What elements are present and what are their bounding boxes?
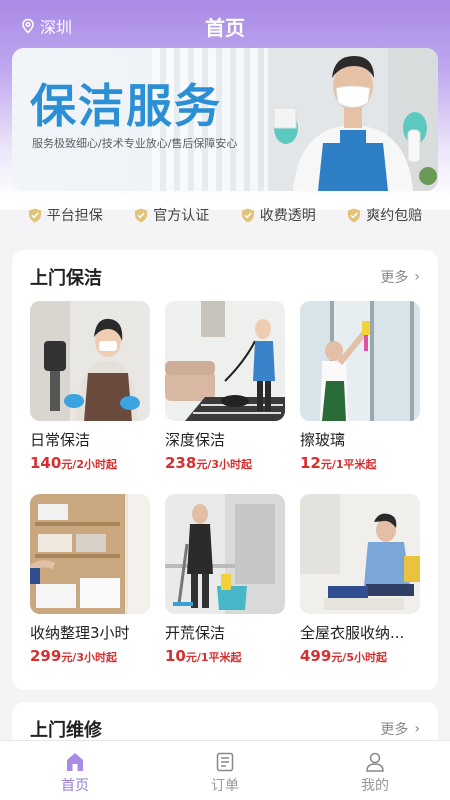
tab-profile[interactable]: 我的 xyxy=(300,741,450,800)
banner-title: 保洁服务 xyxy=(30,79,222,133)
price-value: 238 xyxy=(165,454,197,472)
service-name: 全屋衣服收纳... xyxy=(300,624,405,642)
guarantee-label: 官方认证 xyxy=(153,208,210,224)
guarantee-bar: 平台担保 官方认证 收费透明 爽约包赔 xyxy=(0,198,450,232)
order-list-icon xyxy=(216,752,234,772)
price-unit: 元/3小时起 xyxy=(196,458,252,471)
guarantee-item: 平台担保 xyxy=(28,198,103,232)
service-card[interactable]: 全屋衣服收纳... 499元/5小时起 xyxy=(300,494,420,665)
section-header: 上门保洁 更多 › xyxy=(30,264,420,290)
service-image xyxy=(30,301,150,421)
price-value: 299 xyxy=(30,647,62,665)
section-title: 上门维修 xyxy=(30,720,102,741)
service-name: 日常保洁 xyxy=(30,431,91,449)
promo-banner[interactable]: 保洁服务 服务极致细心/技术专业放心/售后保障安心 xyxy=(12,48,438,191)
tab-orders[interactable]: 订单 xyxy=(150,741,300,800)
service-image xyxy=(165,494,285,614)
service-name: 深度保洁 xyxy=(165,431,226,449)
price-unit: 元/2小时起 xyxy=(61,458,117,471)
price-value: 140 xyxy=(30,454,62,472)
service-image xyxy=(165,301,285,421)
guarantee-item: 官方认证 xyxy=(134,198,209,232)
guarantee-label: 平台担保 xyxy=(46,208,103,224)
service-card[interactable]: 开荒保洁 10元/1平米起 xyxy=(165,494,285,665)
service-name: 收纳整理3小时 xyxy=(30,624,130,642)
chevron-right-icon: › xyxy=(414,721,420,737)
guarantee-label: 收费透明 xyxy=(259,208,316,224)
tab-home[interactable]: 首页 xyxy=(0,741,150,800)
service-card[interactable]: 深度保洁 238元/3小时起 xyxy=(165,301,285,472)
service-price: 299元/3小时起 xyxy=(30,646,150,665)
service-price: 499元/5小时起 xyxy=(300,646,420,665)
more-link[interactable]: 更多 › xyxy=(380,719,420,739)
tab-label: 订单 xyxy=(211,778,239,794)
home-icon xyxy=(67,753,83,771)
more-label: 更多 xyxy=(380,270,409,286)
shield-check-icon xyxy=(28,208,41,222)
home-cleaning-section: 上门保洁 更多 › 日常保洁 140元/2小时起 深度保洁 238元/3小时起 … xyxy=(12,250,438,690)
service-price: 12元/1平米起 xyxy=(300,453,420,472)
service-card[interactable]: 收纳整理3小时 299元/3小时起 xyxy=(30,494,150,665)
section-header: 上门维修 更多 › xyxy=(30,716,420,742)
chevron-right-icon: › xyxy=(414,269,420,285)
shield-check-icon xyxy=(135,208,148,222)
tab-label: 我的 xyxy=(361,778,389,794)
shield-check-icon xyxy=(241,208,254,222)
service-image xyxy=(300,494,420,614)
price-value: 12 xyxy=(300,454,321,472)
service-price: 140元/2小时起 xyxy=(30,453,150,472)
cleaner-photo xyxy=(268,48,438,191)
service-name: 擦玻璃 xyxy=(300,431,346,449)
shield-check-icon xyxy=(348,208,361,222)
guarantee-label: 爽约包赔 xyxy=(366,208,423,224)
more-label: 更多 xyxy=(380,722,409,738)
service-name: 开荒保洁 xyxy=(165,624,226,642)
more-link[interactable]: 更多 › xyxy=(380,267,420,287)
price-value: 10 xyxy=(165,647,186,665)
price-unit: 元/3小时起 xyxy=(61,651,117,664)
bottom-tab-bar: 首页 订单 我的 xyxy=(0,740,450,800)
service-price: 238元/3小时起 xyxy=(165,453,285,472)
guarantee-item: 爽约包赔 xyxy=(347,198,422,232)
section-title: 上门保洁 xyxy=(30,268,102,289)
service-price: 10元/1平米起 xyxy=(165,646,285,665)
price-unit: 元/1平米起 xyxy=(185,651,242,664)
user-icon xyxy=(366,752,384,772)
price-unit: 元/1平米起 xyxy=(320,458,377,471)
price-value: 499 xyxy=(300,647,332,665)
price-unit: 元/5小时起 xyxy=(331,651,387,664)
service-image xyxy=(30,494,150,614)
guarantee-item: 收费透明 xyxy=(241,198,316,232)
banner-subtitle: 服务极致细心/技术专业放心/售后保障安心 xyxy=(32,137,238,150)
service-card[interactable]: 日常保洁 140元/2小时起 xyxy=(30,301,150,472)
service-card[interactable]: 擦玻璃 12元/1平米起 xyxy=(300,301,420,472)
tab-label: 首页 xyxy=(61,778,89,794)
page-title: 首页 xyxy=(205,16,245,40)
service-image xyxy=(300,301,420,421)
